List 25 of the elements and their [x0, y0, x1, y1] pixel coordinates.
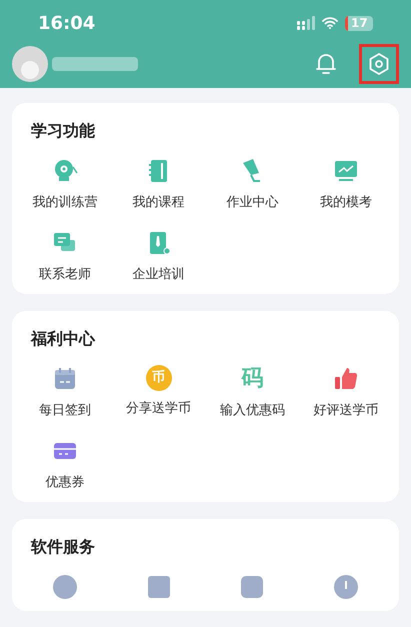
feature-link[interactable]: 每日签到	[38, 401, 91, 420]
feature-link[interactable]: 企业培训	[132, 264, 185, 284]
section-title: 福利中心	[30, 328, 96, 350]
feature-link[interactable]: 我的模考	[320, 193, 372, 212]
feature-link[interactable]: 好评送学币	[314, 401, 379, 420]
section-title: 软件服务	[30, 536, 96, 558]
avatar	[12, 46, 48, 82]
code-icon: 码	[241, 365, 264, 393]
feature-link[interactable]: 输入优惠码	[220, 401, 285, 420]
feature-link[interactable]: 我的训练营	[32, 193, 98, 212]
bell-icon[interactable]	[315, 52, 337, 76]
feature-link[interactable]: 作业中心	[226, 193, 278, 212]
signal-icon	[297, 16, 315, 30]
section-title: 学习功能	[30, 120, 96, 142]
feature-link[interactable]: 优惠券	[45, 472, 84, 492]
status-time: 16:04	[38, 12, 96, 36]
feature-link[interactable]: 我的课程	[132, 193, 185, 212]
feature-link[interactable]: 联系老师	[38, 264, 91, 284]
settings-icon[interactable]	[368, 52, 390, 76]
wifi-icon	[322, 17, 338, 29]
info-icon[interactable]	[332, 573, 360, 601]
feature-link[interactable]: 分享送学币	[126, 399, 192, 418]
coin-icon: 币	[146, 365, 172, 391]
battery-icon: 17	[345, 16, 373, 30]
service-icon[interactable]	[50, 573, 79, 601]
